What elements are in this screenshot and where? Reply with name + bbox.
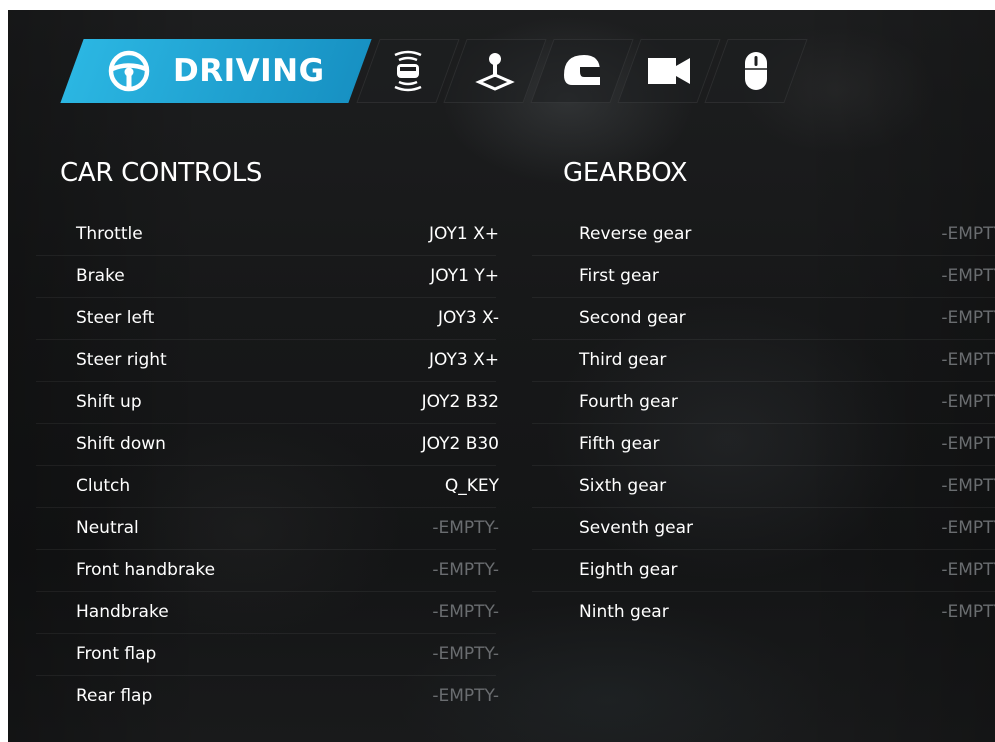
binding-label: Eighth gear (579, 560, 678, 580)
controls-screen: DRIVING CAR CONTROLS Throttle JOY1 X+ Br… (8, 10, 995, 742)
binding-label: Seventh gear (579, 518, 694, 538)
binding-value: -EMPTY- (432, 518, 499, 538)
binding-row-brake[interactable]: Brake JOY1 Y+ (36, 256, 499, 298)
tab-mouse[interactable] (704, 39, 808, 103)
binding-value: Q_KEY (444, 476, 499, 496)
gearbox-title: GEARBOX (563, 158, 688, 188)
tab-joystick[interactable] (443, 39, 547, 103)
binding-label: Front flap (76, 644, 157, 664)
helmet-icon (560, 51, 604, 91)
binding-label: Clutch (76, 476, 131, 496)
binding-label: Neutral (76, 518, 139, 538)
tab-driving[interactable]: DRIVING (60, 39, 372, 103)
binding-label: Ninth gear (579, 602, 669, 622)
binding-label: Handbrake (76, 602, 169, 622)
binding-value: JOY1 X+ (429, 224, 499, 244)
binding-value: -EMPTY- (941, 224, 995, 244)
tab-camera[interactable] (617, 39, 721, 103)
binding-value: JOY1 Y+ (430, 266, 499, 286)
car-radar-icon (391, 49, 425, 93)
binding-row-reverse-gear[interactable]: Reverse gear -EMPTY- (532, 214, 995, 256)
binding-label: Reverse gear (579, 224, 692, 244)
binding-value: -EMPTY- (941, 434, 995, 454)
binding-value: -EMPTY- (941, 266, 995, 286)
binding-value: -EMPTY- (941, 350, 995, 370)
binding-row-steer-right[interactable]: Steer right JOY3 X+ (36, 340, 499, 382)
binding-label: Sixth gear (579, 476, 667, 496)
binding-row-front-handbrake[interactable]: Front handbrake -EMPTY- (36, 550, 499, 592)
binding-row-throttle[interactable]: Throttle JOY1 X+ (36, 214, 499, 256)
binding-row-shift-up[interactable]: Shift up JOY2 B32 (36, 382, 499, 424)
binding-value: JOY2 B30 (421, 434, 499, 454)
binding-value: -EMPTY- (941, 560, 995, 580)
binding-row-ninth-gear[interactable]: Ninth gear -EMPTY- (532, 592, 995, 634)
binding-row-steer-left[interactable]: Steer left JOY3 X- (36, 298, 499, 340)
binding-label: Second gear (579, 308, 686, 328)
binding-row-eighth-gear[interactable]: Eighth gear -EMPTY- (532, 550, 995, 592)
binding-label: Shift down (76, 434, 166, 454)
binding-label: Fifth gear (579, 434, 660, 454)
binding-label: Throttle (76, 224, 143, 244)
binding-value: -EMPTY- (941, 518, 995, 538)
car-controls-title: CAR CONTROLS (60, 158, 263, 188)
binding-value: -EMPTY- (432, 686, 499, 706)
binding-label: Shift up (76, 392, 142, 412)
binding-row-first-gear[interactable]: First gear -EMPTY- (532, 256, 995, 298)
binding-value: -EMPTY- (432, 560, 499, 580)
binding-row-front-flap[interactable]: Front flap -EMPTY- (36, 634, 499, 676)
binding-label: Front handbrake (76, 560, 216, 580)
tab-driving-label: DRIVING (173, 53, 325, 89)
binding-label: Brake (76, 266, 125, 286)
steering-wheel-icon (107, 49, 151, 93)
binding-value: -EMPTY- (941, 308, 995, 328)
binding-label: Rear flap (76, 686, 153, 706)
binding-value: JOY3 X- (437, 308, 499, 328)
binding-value: -EMPTY- (432, 602, 499, 622)
binding-row-seventh-gear[interactable]: Seventh gear -EMPTY- (532, 508, 995, 550)
binding-value: JOY2 B32 (421, 392, 499, 412)
binding-row-fourth-gear[interactable]: Fourth gear -EMPTY- (532, 382, 995, 424)
joystick-icon (475, 51, 515, 91)
binding-label: Steer right (76, 350, 167, 370)
tab-driver[interactable] (530, 39, 634, 103)
binding-value: JOY3 X+ (429, 350, 499, 370)
binding-label: First gear (579, 266, 659, 286)
binding-row-shift-down[interactable]: Shift down JOY2 B30 (36, 424, 499, 466)
binding-value: -EMPTY- (432, 644, 499, 664)
binding-value: -EMPTY- (941, 602, 995, 622)
binding-row-second-gear[interactable]: Second gear -EMPTY- (532, 298, 995, 340)
binding-label: Third gear (579, 350, 667, 370)
binding-row-third-gear[interactable]: Third gear -EMPTY- (532, 340, 995, 382)
binding-row-sixth-gear[interactable]: Sixth gear -EMPTY- (532, 466, 995, 508)
gearbox-list: Reverse gear -EMPTY- First gear -EMPTY- Se… (532, 214, 995, 634)
binding-row-rear-flap[interactable]: Rear flap -EMPTY- (36, 676, 499, 718)
binding-value: -EMPTY- (941, 392, 995, 412)
binding-row-fifth-gear[interactable]: Fifth gear -EMPTY- (532, 424, 995, 466)
binding-row-neutral[interactable]: Neutral -EMPTY- (36, 508, 499, 550)
tab-car-assists[interactable] (356, 39, 460, 103)
car-controls-list: Throttle JOY1 X+ Brake JOY1 Y+ Steer left J… (36, 214, 499, 718)
binding-label: Steer left (76, 308, 155, 328)
camera-icon (646, 54, 692, 88)
binding-label: Fourth gear (579, 392, 678, 412)
binding-value: -EMPTY- (941, 476, 995, 496)
binding-row-handbrake[interactable]: Handbrake -EMPTY- (36, 592, 499, 634)
mouse-icon (742, 49, 770, 93)
binding-row-clutch[interactable]: Clutch Q_KEY (36, 466, 499, 508)
